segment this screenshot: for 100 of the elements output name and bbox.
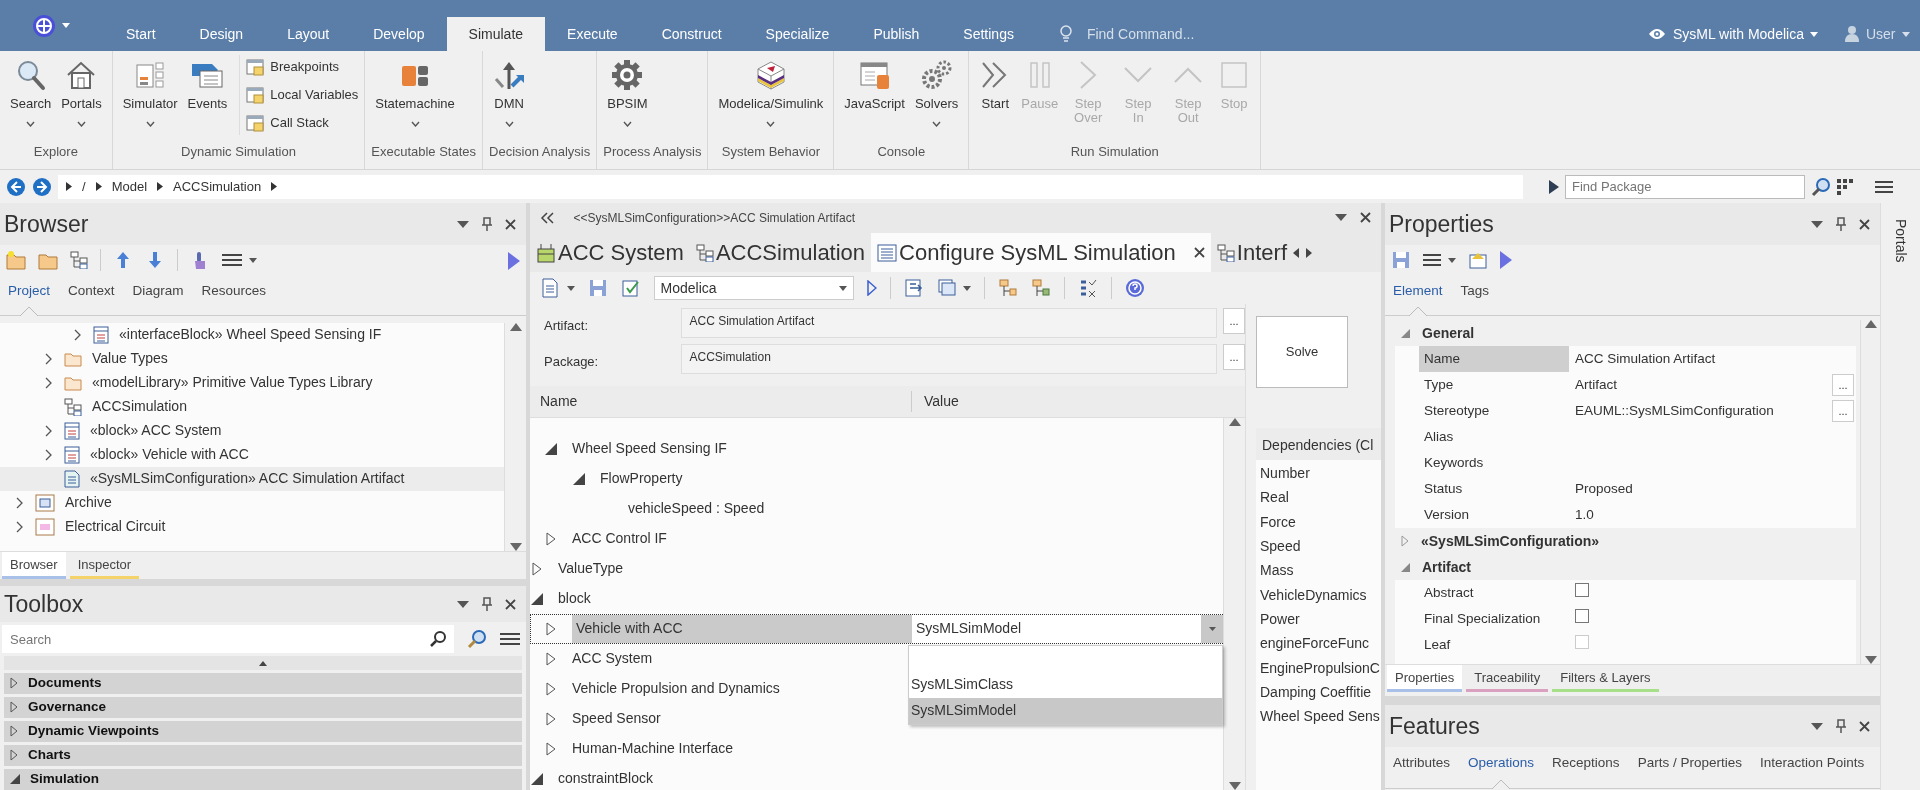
ribbon-button[interactable]: Solvers — [910, 55, 963, 131]
scrollbar[interactable] — [1860, 320, 1880, 665]
property-name[interactable]: Final Specialization — [1419, 606, 1569, 633]
windows-icon[interactable] — [936, 278, 957, 299]
tree-item-label[interactable]: Speed Sensor — [572, 708, 661, 730]
menu-icon[interactable] — [500, 632, 520, 647]
close-icon[interactable] — [1859, 720, 1870, 732]
portals-tab[interactable]: Portals — [1890, 211, 1911, 271]
list-item[interactable]: Force — [1256, 508, 1381, 534]
breadcrumb-item[interactable]: / — [82, 176, 86, 197]
tree-item-label[interactable]: Vehicle Propulsion and Dynamics — [572, 678, 780, 700]
tab[interactable]: Browser — [2, 552, 66, 579]
value-dropdown[interactable]: SysMLSimModel — [912, 614, 1223, 643]
ribbon-button[interactable]: BPSIM — [603, 55, 652, 131]
tree-item-label[interactable]: ACC Control IF — [572, 528, 667, 550]
toolbox-category[interactable]: Dynamic Viewpoints — [4, 720, 522, 742]
collapsed-icon[interactable] — [546, 711, 556, 726]
tab[interactable]: Parts / Properties — [1637, 747, 1742, 788]
ribbon-button[interactable]: Breakpoints — [246, 55, 359, 79]
ribbon-tab[interactable]: Publish — [851, 17, 942, 51]
close-icon[interactable] — [505, 218, 516, 230]
checkbox[interactable] — [1575, 609, 1589, 624]
validate-icon[interactable] — [620, 278, 641, 299]
collapsed-icon[interactable] — [10, 701, 18, 714]
ribbon-button[interactable]: JavaScript — [840, 55, 909, 115]
ribbon-button[interactable]: Start — [975, 55, 1016, 115]
search-icon[interactable] — [430, 631, 446, 648]
ribbon-tab[interactable]: Start — [104, 17, 178, 51]
expanded-icon[interactable] — [531, 592, 543, 605]
scrollbar[interactable] — [1223, 417, 1245, 790]
list-item[interactable]: Number — [1256, 460, 1381, 485]
dropdown-icon[interactable] — [1335, 214, 1347, 222]
ribbon-button[interactable]: Modelica/Simulink — [714, 55, 828, 131]
ellipsis-button[interactable]: ... — [1832, 374, 1854, 397]
list-item[interactable]: EnginePropulsionC — [1256, 654, 1381, 679]
scroll-down-icon[interactable] — [1228, 782, 1241, 790]
ribbon-tab[interactable]: Construct — [639, 17, 744, 51]
ellipsis-button[interactable]: ... — [1223, 308, 1245, 335]
list-item[interactable]: Wheel Speed Sens — [1256, 703, 1381, 728]
menu-icon[interactable] — [1875, 179, 1893, 194]
collapsed-icon[interactable] — [10, 749, 18, 762]
ribbon-button[interactable]: Simulator — [118, 55, 182, 131]
toolbox-category[interactable]: Documents — [4, 672, 522, 694]
ribbon-tab[interactable]: Develop — [351, 17, 447, 51]
help-icon[interactable] — [1125, 278, 1145, 299]
list-item[interactable]: VehicleDynamics — [1256, 581, 1381, 606]
section-header[interactable]: Artifact — [1395, 554, 1856, 581]
tab[interactable]: Receptions — [1552, 747, 1620, 788]
breadcrumb-item[interactable]: Model — [111, 176, 148, 197]
property-name[interactable]: Type — [1419, 372, 1569, 399]
tab[interactable]: Element — [1393, 275, 1443, 316]
collapsed-icon[interactable] — [532, 561, 542, 576]
tab[interactable]: Interaction Points — [1759, 747, 1865, 788]
menu-icon[interactable] — [1423, 253, 1441, 267]
tree-row[interactable]: «interfaceBlock» Wheel Speed Sensing IF — [0, 322, 504, 347]
ellipsis-button[interactable]: ... — [1832, 400, 1854, 423]
logo-icon[interactable] — [32, 13, 56, 38]
expanded-icon[interactable] — [10, 774, 20, 785]
scroll-left-icon[interactable] — [1293, 247, 1299, 258]
dropdown-option[interactable]: SysMLSimModel — [909, 697, 1222, 724]
pin-icon[interactable] — [1836, 217, 1846, 231]
ribbon-tab[interactable]: Simulate — [446, 17, 546, 51]
save-icon[interactable] — [1391, 250, 1411, 270]
tree-row[interactable]: Archive — [0, 490, 504, 515]
tree-row[interactable]: Value Types — [0, 346, 504, 371]
checklist-icon[interactable] — [1078, 278, 1098, 299]
scroll-right-icon[interactable] — [1305, 247, 1312, 258]
ribbon-button[interactable]: Statemachine — [371, 55, 459, 131]
list-item[interactable]: Damping Coeffitie — [1256, 678, 1381, 704]
collapsed-icon[interactable] — [546, 741, 556, 756]
dropdown-icon[interactable] — [1811, 220, 1823, 228]
pin-icon[interactable] — [482, 597, 492, 612]
collapsed-icon[interactable] — [546, 621, 556, 636]
tree-row[interactable]: «block» ACC System — [0, 418, 504, 443]
tree-item-label[interactable]: Vehicle with ACC — [572, 614, 912, 643]
ribbon-tab[interactable]: Design — [177, 17, 266, 51]
tab[interactable]: Project — [8, 275, 51, 316]
ribbon-tab[interactable]: Settings — [941, 17, 1036, 51]
tree-item-label[interactable]: ValueType — [558, 558, 624, 580]
tab[interactable]: Attributes — [1393, 747, 1451, 788]
tree-item-label[interactable]: constraintBlock — [558, 768, 653, 790]
ribbon-button[interactable]: Search — [6, 55, 56, 131]
tab[interactable]: Tags — [1460, 275, 1490, 316]
breadcrumb-item[interactable]: ACCSimulation — [173, 176, 262, 197]
dropdown-icon[interactable] — [457, 220, 469, 228]
tree-row[interactable]: Electrical Circuit — [0, 514, 504, 539]
ribbon-button[interactable]: Call Stack — [246, 111, 359, 135]
tree-row[interactable]: «block» Vehicle with ACC — [0, 442, 504, 467]
collapsed-icon[interactable] — [546, 531, 556, 546]
collapsed-icon[interactable] — [10, 677, 18, 690]
tab[interactable]: Properties — [1387, 665, 1463, 693]
pin-icon[interactable] — [482, 217, 492, 231]
property-name[interactable]: Stereotype — [1419, 398, 1569, 425]
tree-row[interactable]: «modelLibrary» Primitive Value Types Library — [0, 370, 504, 395]
list-item[interactable]: Mass — [1256, 557, 1381, 582]
save-icon[interactable] — [587, 278, 608, 299]
tree-item-label[interactable]: FlowProperty — [600, 468, 683, 490]
document-tab[interactable]: ACCSimulation — [689, 232, 872, 273]
tree-item-label[interactable]: Human-Machine Interface — [572, 738, 734, 760]
tree-up-icon[interactable] — [1031, 278, 1051, 299]
